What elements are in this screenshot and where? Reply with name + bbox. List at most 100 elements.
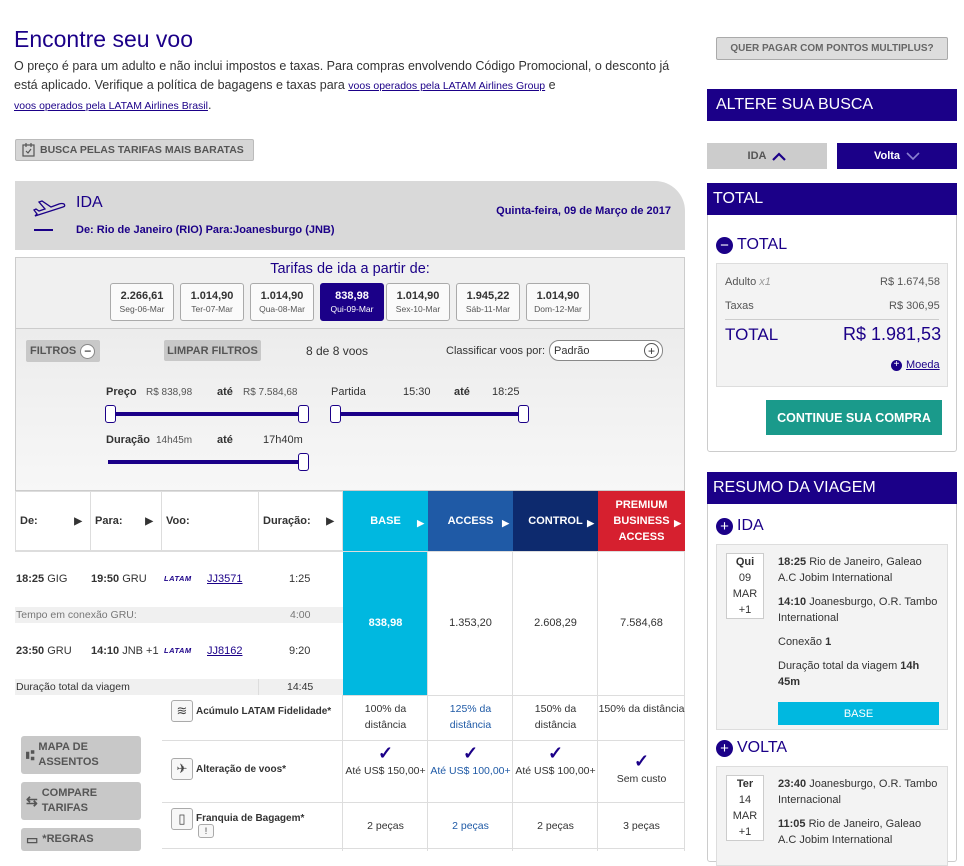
col-header-de[interactable]: De: ▶ [15,491,91,551]
leg2-departure: 23:50 GRU [16,645,72,657]
total-duration-label: Duração total da viagem [16,681,130,693]
cabin-header-access[interactable]: ACCESS ▶ [428,491,513,551]
change-search-header[interactable]: ALTERE SUA BUSCA [707,89,957,121]
attr-cell: ✓ Até US$ 150,00+ [343,743,428,779]
grid-line [162,848,685,849]
sort-arrow-icon: ▶ [417,518,424,528]
price-access[interactable]: 1.353,20 [428,617,513,629]
flight-number-link[interactable]: JJ3571 [207,573,242,585]
plus-icon: + [716,517,733,535]
col-header-duracao[interactable]: Duração: ▶ [258,491,343,551]
sort-arrow-icon: ▶ [502,518,509,528]
departure-slider-max-handle[interactable] [518,405,529,423]
multiplus-points-button[interactable]: QUER PAGAR COM PONTOS MULTIPLUS? [716,37,948,60]
attr-cell: ✓ Sem custo [598,751,685,787]
cheapest-fares-label: BUSCA PELAS TARIFAS MAIS BARATAS [40,144,244,156]
grid-line [258,679,259,695]
sort-select[interactable]: Padrão + [549,340,663,361]
check-icon: ✓ [377,743,394,763]
attr-cell: ✓ Até US$ 100,00+ [513,743,598,779]
leg1-arrival: 19:50 GRU [91,573,147,585]
adult-label: Adulto x1 [725,276,771,288]
duration-filter-ate: até [217,434,233,446]
volta-toggle[interactable]: Volta [837,143,957,169]
latam-group-link[interactable]: voos operados pela LATAM Airlines Group [348,80,545,92]
grid-line [343,695,685,696]
latam-brasil-link[interactable]: voos operados pela LATAM Airlines Brasil [14,100,208,112]
price-control[interactable]: 2.608,29 [513,617,598,629]
price-slider-track [110,412,304,416]
check-icon: ✓ [462,743,479,763]
ida-departure: 18:25 Rio de Janeiro, Galeao A.C Jobim I… [778,556,922,584]
rules-button[interactable]: ▭ *REGRAS [21,828,141,851]
plus-icon: + [644,343,659,358]
total-subheader[interactable]: − TOTAL [716,236,787,254]
price-slider-max-handle[interactable] [298,405,309,423]
continue-purchase-button[interactable]: CONTINUE SUA COMPRA [766,400,942,435]
cheapest-fares-button[interactable]: BUSCA PELAS TARIFAS MAIS BARATAS [15,139,254,161]
chevron-down-icon [906,151,920,160]
fare-day[interactable]: 1.014,90 Dom-12-Mar [526,283,590,321]
connection-label: Tempo em conexão GRU: [16,609,137,621]
summary-ida-subheader[interactable]: + IDA [716,517,764,535]
plus-icon: + [716,739,733,757]
fare-day[interactable]: 1.014,90 Qua-08-Mar [250,283,314,321]
total-label: TOTAL [725,325,779,344]
plane-takeoff-icon [33,200,66,217]
ida-arrival: 14:10 Joanesburgo, O.R. Tambo Internatio… [778,596,938,624]
fare-day[interactable]: 1.014,90 Sex-10-Mar [386,283,450,321]
price-filter-min: R$ 838,98 [146,387,193,398]
col-header-voo[interactable]: Voo: [161,491,259,551]
info-icon[interactable]: ! [198,824,214,838]
fare-day[interactable]: 2.266,61 Seg-06-Mar [110,283,174,321]
flight-number-link[interactable]: JJ8162 [207,645,242,657]
departure-slider-track [335,412,525,416]
total-value: R$ 1.981,53 [843,324,942,344]
attr-alteracao: Alteração de voos* [196,764,287,775]
compare-fares-button[interactable]: ⇆ COMPARE TARIFAS [21,782,141,820]
sort-arrow-icon: ▶ [145,516,153,527]
cabin-header-premium[interactable]: PREMIUM BUSINESS ACCESS ▶ [598,491,685,551]
currency-link[interactable]: + Moeda [891,359,940,371]
summary-volta-subheader[interactable]: + VOLTA [716,739,787,757]
compare-icon: ⇆ [26,792,38,809]
col-header-para[interactable]: Para: ▶ [90,491,162,551]
latam-logo: LATAM [164,574,192,583]
volta-departure: 23:40 Joanesburgo, O.R. Tambo Internacio… [778,778,938,806]
check-icon: ✓ [633,751,650,771]
attr-cell: ✓ Até US$ 100,00+ [428,743,513,779]
duration-filter-max: 17h40m [263,434,303,446]
price-slider-min-handle[interactable] [105,405,116,423]
fare-day[interactable]: 1.945,22 Sáb-11-Mar [456,283,520,321]
taxes-value: R$ 306,95 [889,300,940,312]
sort-arrow-icon: ▶ [74,516,82,527]
check-icon: ✓ [547,743,564,763]
seat-map-button[interactable]: ⑆ MAPA DE ASSENTOS [21,736,141,774]
volta-date-card: Ter 14 MAR +1 [726,775,764,841]
sort-arrow-icon: ▶ [326,516,334,527]
ida-date: Quinta-feira, 09 de Março de 2017 [496,205,671,217]
attr-value: 2 peças [537,820,574,832]
price-filter-max: R$ 7.584,68 [243,387,298,398]
fare-day-selected[interactable]: 838,98 Qui-09-Mar [320,283,384,321]
sort-arrow-icon: ▶ [587,518,594,528]
ida-total-duration: Duração total da viagem 14h 45m [778,660,920,688]
sort-arrow-icon: ▶ [674,518,681,528]
price-premium[interactable]: 7.584,68 [598,617,685,629]
page-title: Encontre seu voo [14,26,194,52]
filters-toggle-button[interactable]: FILTROS − [26,340,100,362]
plane-change-icon: ✈ [171,758,193,780]
duration-slider-handle[interactable] [298,453,309,471]
clear-filters-button[interactable]: LIMPAR FILTROS [164,340,261,361]
fare-strip-title: Tarifas de ida a partir de: [270,261,430,277]
price-base[interactable]: 838,98 [343,617,428,629]
cabin-header-control[interactable]: CONTROL ▶ [513,491,598,551]
attr-value: 2 peças [367,820,404,832]
departure-filter-min: 15:30 [403,386,431,398]
fare-day[interactable]: 1.014,90 Ter-07-Mar [180,283,244,321]
grid-line [162,802,685,803]
ida-toggle[interactable]: IDA [707,143,827,169]
book-icon: ▭ [26,832,39,847]
departure-slider-min-handle[interactable] [330,405,341,423]
cabin-header-base[interactable]: BASE ▶ [343,491,428,551]
